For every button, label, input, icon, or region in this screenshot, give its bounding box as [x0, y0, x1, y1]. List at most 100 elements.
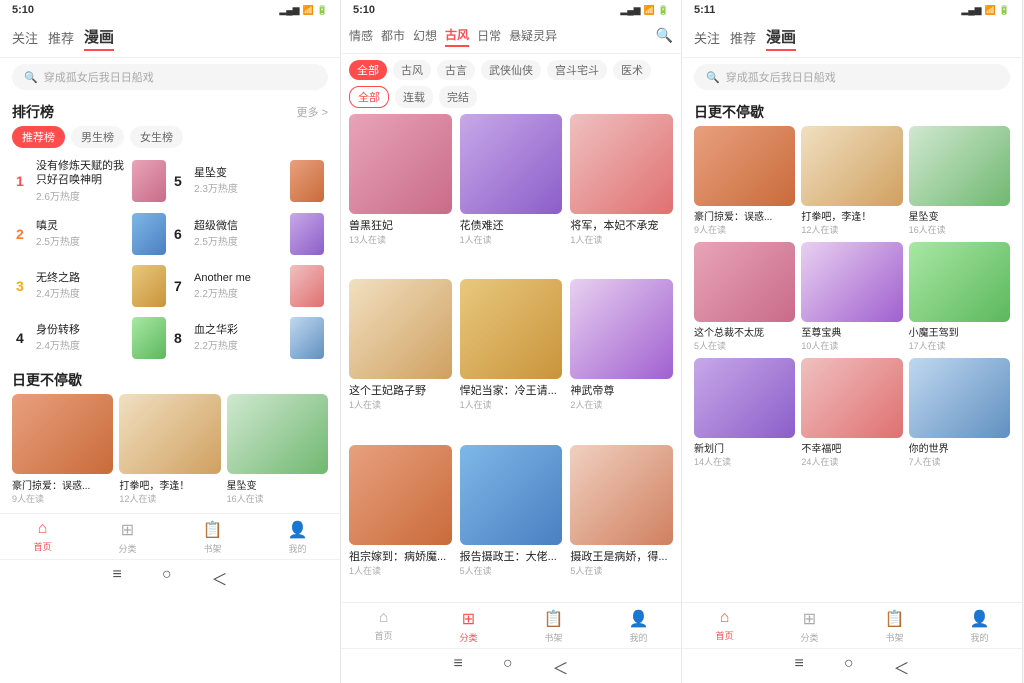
manga-item-5[interactable]: 神武帝尊 2人在读: [570, 279, 673, 436]
nav-category-3[interactable]: ⊞ 分类: [767, 609, 852, 644]
shelf-icon-3: 📋: [885, 609, 905, 629]
time-3: 5:11: [694, 4, 715, 16]
home-btn-1[interactable]: ○: [162, 566, 172, 590]
panel-3: 5:11 ▂▄▆ 📶 🔋 关注 推荐 漫画 🔍 穿成孤女后我日日船戏 日更不停歇…: [682, 0, 1023, 683]
rank-tab-male[interactable]: 男生榜: [71, 126, 124, 148]
cat-tab-emotion[interactable]: 情感: [349, 25, 373, 46]
daily-item-1-2[interactable]: 星坠变 16人在读: [227, 394, 328, 505]
rank-tab-recommend[interactable]: 推荐榜: [12, 126, 65, 148]
tab-recommend-1[interactable]: 推荐: [48, 26, 74, 49]
status-bar-2: 5:10 ▂▄▆ 📶 🔋: [341, 0, 681, 20]
p3-item-6[interactable]: 新划门 14人在读: [694, 358, 795, 468]
rank-item-1[interactable]: 1 没有修炼天赋的我只好召唤神明 2.6万热度: [12, 154, 170, 208]
daily-cover-1-0: [12, 394, 113, 474]
menu-btn-2[interactable]: ≡: [453, 655, 462, 679]
nav-shelf-3[interactable]: 📋 书架: [852, 609, 937, 644]
cat-tab-mystery[interactable]: 悬疑灵异: [509, 25, 557, 46]
nav-home-3[interactable]: ⌂ 首页: [682, 609, 767, 644]
rank-item-2[interactable]: 2 嗔灵 2.5万热度: [12, 208, 170, 260]
cat-tab-ancient[interactable]: 古风: [445, 24, 469, 47]
rank-item-4[interactable]: 4 身份转移 2.4万热度: [12, 312, 170, 364]
daily-item-1-0[interactable]: 豪门掠爱：误惑... 9人在读: [12, 394, 113, 505]
search-bar-3[interactable]: 🔍 穿成孤女后我日日船戏: [694, 64, 1010, 90]
nav-home-1[interactable]: ⌂ 首页: [0, 520, 85, 555]
rank-item-8[interactable]: 8 血之华彩 2.2万热度: [170, 312, 328, 364]
cat-tab-daily[interactable]: 日常: [477, 25, 501, 46]
p3-item-7[interactable]: 不幸福吧 24人在读: [801, 358, 902, 468]
rank-item-5[interactable]: 5 星坠变 2.3万热度: [170, 154, 328, 208]
p3-item-4[interactable]: 至尊宝典 10人在读: [801, 242, 902, 352]
rank-item-7[interactable]: 7 Another me 2.2万热度: [170, 260, 328, 312]
filter-ancient-style[interactable]: 古风: [393, 60, 431, 80]
rank-item-6[interactable]: 6 超级微信 2.5万热度: [170, 208, 328, 260]
tab-follow-3[interactable]: 关注: [694, 26, 720, 49]
daily-cover-1-1: [119, 394, 220, 474]
p3-item-2[interactable]: 星坠变 16人在读: [909, 126, 1010, 236]
filter-medical[interactable]: 医术: [613, 60, 651, 80]
nav-shelf-1[interactable]: 📋 书架: [170, 520, 255, 555]
nav-home-2[interactable]: ⌂ 首页: [341, 609, 426, 644]
nav-profile-1[interactable]: 👤 我的: [255, 520, 340, 555]
nav-profile-label-3: 我的: [970, 631, 988, 644]
p3-item-8[interactable]: 你的世界 7人在读: [909, 358, 1010, 468]
ranking-more[interactable]: 更多 >: [297, 104, 328, 120]
nav-shelf-2[interactable]: 📋 书架: [511, 609, 596, 644]
section-header-daily-1: 日更不停歇: [0, 364, 340, 394]
section-header-daily-3: 日更不停歇: [682, 96, 1022, 126]
p3-cover-8: [909, 358, 1010, 438]
cat-tab-fantasy[interactable]: 幻想: [413, 25, 437, 46]
manga-item-1[interactable]: 花债难还 1人在读: [460, 114, 563, 271]
rank-heat-5: 2.3万热度: [194, 180, 284, 195]
filter-all-2[interactable]: 全部: [349, 86, 389, 108]
menu-btn-1[interactable]: ≡: [112, 566, 121, 590]
rank-heat-6: 2.5万热度: [194, 233, 284, 248]
filter-palace[interactable]: 宫斗宅斗: [547, 60, 607, 80]
back-btn-3[interactable]: ＜: [894, 655, 910, 679]
category-search-icon[interactable]: 🔍: [656, 27, 673, 44]
bottom-nav-2: ⌂ 首页 ⊞ 分类 📋 书架 👤 我的: [341, 602, 681, 648]
search-placeholder-3: 穿成孤女后我日日船戏: [726, 69, 836, 85]
tab-manga-1[interactable]: 漫画: [84, 24, 114, 51]
manga-item-3[interactable]: 这个王妃路子野 1人在读: [349, 279, 452, 436]
manga-item-8[interactable]: 摄政王是病娇，得... 5人在读: [570, 445, 673, 602]
manga-item-6[interactable]: 祖宗嫁到：病娇魔... 1人在读: [349, 445, 452, 602]
tab-manga-3[interactable]: 漫画: [766, 24, 796, 51]
nav-category-1[interactable]: ⊞ 分类: [85, 520, 170, 555]
filter-all-1[interactable]: 全部: [349, 60, 387, 80]
manga-item-0[interactable]: 兽黑狂妃 13人在读: [349, 114, 452, 271]
manga-readers-3: 1人在读: [349, 398, 452, 411]
tab-follow-1[interactable]: 关注: [12, 26, 38, 49]
home-btn-2[interactable]: ○: [503, 655, 513, 679]
p3-item-3[interactable]: 这个总裁不太厐 5人在读: [694, 242, 795, 352]
filter-completed[interactable]: 完结: [439, 86, 477, 108]
rank-heat-3: 2.4万热度: [36, 285, 126, 300]
daily-item-1-1[interactable]: 打拳吧，李逢！ 12人在读: [119, 394, 220, 505]
rank-item-3[interactable]: 3 无终之路 2.4万热度: [12, 260, 170, 312]
nav-home-label-1: 首页: [33, 540, 51, 553]
manga-item-4[interactable]: 悍妃当家：冷王请... 1人在读: [460, 279, 563, 436]
menu-btn-3[interactable]: ≡: [794, 655, 803, 679]
ranking-grid: 1 没有修炼天赋的我只好召唤神明 2.6万热度 5 星坠变 2.3万热度 2 嗔…: [0, 154, 340, 364]
nav-profile-3[interactable]: 👤 我的: [937, 609, 1022, 644]
filter-ancient-romance[interactable]: 古言: [437, 60, 475, 80]
manga-item-7[interactable]: 报告摄政王：大佬... 5人在读: [460, 445, 563, 602]
category-icon-2: ⊞: [462, 609, 475, 629]
p3-item-1[interactable]: 打拳吧，李逢！ 12人在读: [801, 126, 902, 236]
home-btn-3[interactable]: ○: [844, 655, 854, 679]
p3-cover-0: [694, 126, 795, 206]
filter-martial[interactable]: 武侠仙侠: [481, 60, 541, 80]
rank-tab-female[interactable]: 女生榜: [130, 126, 183, 148]
p3-readers-7: 24人在读: [801, 455, 902, 468]
back-btn-2[interactable]: ＜: [553, 655, 569, 679]
nav-profile-2[interactable]: 👤 我的: [596, 609, 681, 644]
manga-item-2[interactable]: 将军，本妃不承宠 1人在读: [570, 114, 673, 271]
filter-serializing[interactable]: 连载: [395, 86, 433, 108]
p3-item-5[interactable]: 小魔王驾到 17人在读: [909, 242, 1010, 352]
cat-tab-city[interactable]: 都市: [381, 25, 405, 46]
nav-category-2[interactable]: ⊞ 分类: [426, 609, 511, 644]
p3-item-0[interactable]: 豪门掠爱：误惑... 9人在读: [694, 126, 795, 236]
back-btn-1[interactable]: ＜: [212, 566, 228, 590]
tab-recommend-3[interactable]: 推荐: [730, 26, 756, 49]
search-bar-1[interactable]: 🔍 穿成孤女后我日日船戏: [12, 64, 328, 90]
wifi-icon-2: 📶: [644, 5, 655, 16]
